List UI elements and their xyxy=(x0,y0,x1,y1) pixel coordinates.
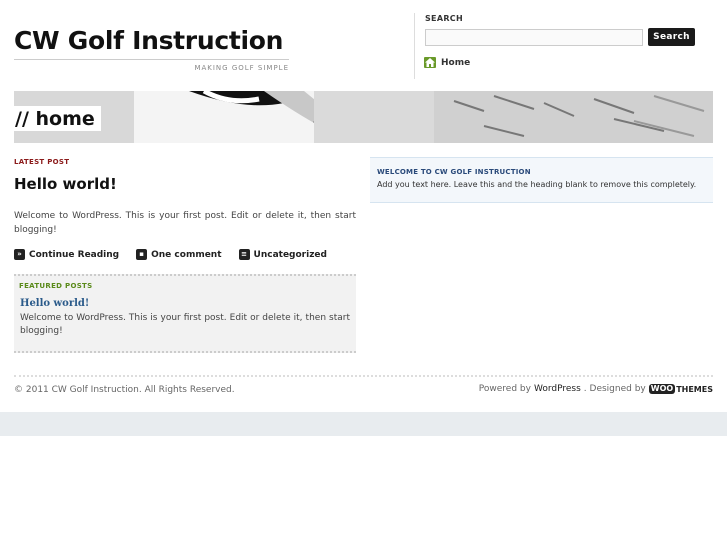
site-tagline: MAKING GOLF SIMPLE xyxy=(194,64,289,72)
category-label: Uncategorized xyxy=(253,249,327,260)
widget-title: WELCOME TO CW GOLF INSTRUCTION xyxy=(377,168,531,176)
category-icon: ≡ xyxy=(238,249,250,260)
footer-divider xyxy=(14,375,713,377)
woo-badge: WOO xyxy=(648,384,676,394)
powered-by-label: Powered by xyxy=(478,384,531,394)
page-title: // home xyxy=(14,106,101,131)
wordpress-link[interactable]: WordPress xyxy=(534,384,581,394)
banner-golf-image xyxy=(14,91,713,143)
page-bottom-band xyxy=(0,412,727,436)
woothemes-logo[interactable]: WOO THEMES xyxy=(648,384,713,394)
designed-by-label: . Designed by xyxy=(583,384,646,394)
header-banner: // home xyxy=(14,91,713,143)
title-divider xyxy=(14,59,289,60)
welcome-widget: WELCOME TO CW GOLF INSTRUCTION Add you t… xyxy=(370,157,713,203)
nav-home-label: Home xyxy=(441,57,471,68)
site-title[interactable]: CW Golf Instruction xyxy=(14,26,283,55)
featured-posts-box: FEATURED POSTS Hello world! Welcome to W… xyxy=(14,274,356,353)
comments-link[interactable]: ▪ One comment xyxy=(136,249,222,260)
search-button[interactable]: Search xyxy=(648,28,695,46)
nav-home-link[interactable]: Home xyxy=(424,57,470,68)
footer-credits: Powered by WordPress. Designed by WOO TH… xyxy=(479,384,713,394)
search-input[interactable] xyxy=(425,29,643,46)
latest-post-label: LATEST POST xyxy=(14,158,70,166)
widget-text: Add you text here. Leave this and the he… xyxy=(377,180,697,189)
continue-reading-label: Continue Reading xyxy=(29,249,120,260)
arrow-right-icon: » xyxy=(14,249,25,260)
category-link[interactable]: ≡ Uncategorized xyxy=(238,249,327,260)
comment-icon: ▪ xyxy=(136,249,148,260)
post-title[interactable]: Hello world! xyxy=(14,175,117,193)
search-label: SEARCH xyxy=(425,14,463,23)
featured-post-title[interactable]: Hello world! xyxy=(20,298,89,309)
post-meta: » Continue Reading ▪ One comment ≡ Uncat… xyxy=(14,249,327,260)
continue-reading-link[interactable]: » Continue Reading xyxy=(14,249,119,260)
home-icon xyxy=(424,57,436,68)
copyright-text: © 2011 CW Golf Instruction. All Rights R… xyxy=(14,385,235,395)
comments-label: One comment xyxy=(151,249,222,260)
featured-post-excerpt: Welcome to WordPress. This is your first… xyxy=(20,313,350,336)
woo-themes-text: THEMES xyxy=(676,384,713,394)
header-divider xyxy=(414,13,415,79)
post-excerpt: Welcome to WordPress. This is your first… xyxy=(14,211,356,235)
featured-posts-label: FEATURED POSTS xyxy=(19,282,93,290)
